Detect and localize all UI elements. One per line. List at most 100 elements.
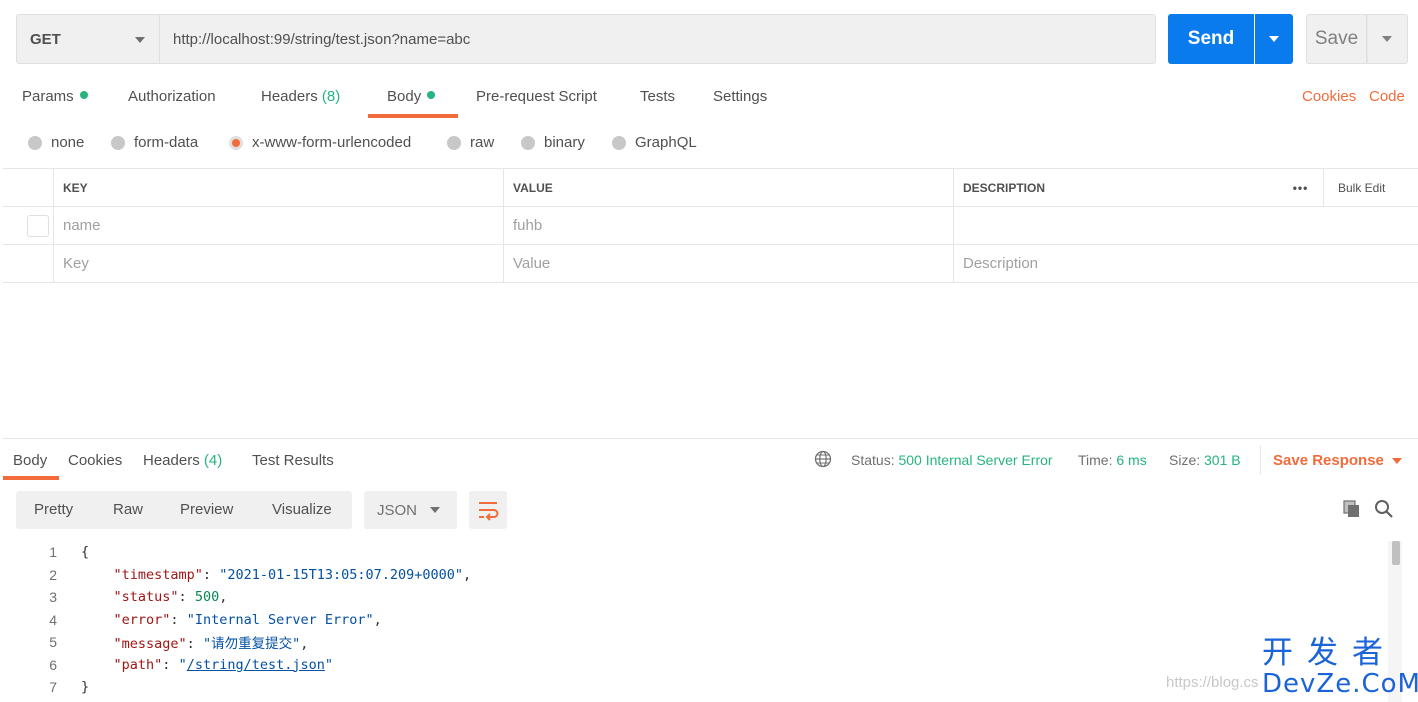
response-tab-body[interactable]: Body [13,452,47,469]
line-number: 1 [49,544,57,560]
watermark-logo-en: DevZe.CoM [1262,669,1418,699]
radio-x-www-form-urlencoded[interactable]: x-www-form-urlencoded [229,134,411,151]
json-key: "error" [113,611,171,628]
json-string: "2021-01-15T13:05:07.209+0000" [219,566,464,583]
line-number: 5 [49,634,57,650]
json-key: "path" [113,656,163,673]
line-number: 3 [49,589,57,605]
view-raw[interactable]: Raw [113,501,143,518]
wrap-lines-button[interactable] [469,491,507,529]
table-row-new: Key Value Description [3,245,1418,283]
tab-tests[interactable]: Tests [640,88,675,105]
method-label: GET [30,30,61,48]
more-options-icon[interactable]: ••• [1278,169,1323,206]
tab-params[interactable]: Params [22,88,88,105]
json-number: 500 [194,589,220,605]
json-path-link[interactable]: /string/test.json [187,657,325,673]
save-response-button[interactable]: Save Response [1273,452,1384,469]
active-tab-indicator [368,114,458,118]
code-text: "message": "请勿重复提交", [113,636,309,652]
response-status: Status: 500 Internal Server Error [851,452,1053,468]
send-button[interactable]: Send [1168,14,1254,64]
view-pretty[interactable]: Pretty [34,501,73,518]
code-link[interactable]: Code [1369,88,1405,105]
radio-label: raw [470,134,495,151]
radio-form-data[interactable]: form-data [111,134,198,151]
radio-none[interactable]: none [28,134,84,151]
code-scrollbar-thumb[interactable] [1392,541,1400,565]
view-preview[interactable]: Preview [180,501,233,518]
tab-body-label: Body [387,88,422,105]
radio-circle [612,135,626,150]
request-bar: GET http://localhost:99/string/test.json… [16,14,1408,64]
tab-body[interactable]: Body [387,88,436,105]
radio-binary[interactable]: binary [521,134,585,151]
tab-headers[interactable]: Headers (8) [261,88,340,105]
radio-raw[interactable]: raw [447,134,494,151]
body-params-table: KEY VALUE DESCRIPTION ••• Bulk Edit name… [3,168,1418,283]
pane-divider[interactable] [3,438,1418,439]
globe-icon[interactable] [814,450,832,468]
line-number: 7 [49,679,57,695]
code-line: 3 "status": 500, [0,586,1380,608]
response-headers-label: Headers [143,452,200,469]
radio-circle-selected [229,135,243,150]
cookies-link[interactable]: Cookies [1302,88,1356,105]
code-text: "timestamp": "2021-01-15T13:05:07.209+00… [113,566,472,583]
radio-graphql[interactable]: GraphQL [612,134,697,151]
param-value-cell[interactable]: fuhb [503,207,953,244]
radio-label: form-data [134,134,199,151]
param-key-cell[interactable]: name [53,207,503,244]
response-headers-count: (4) [203,452,223,469]
new-key-input[interactable]: Key [53,245,503,282]
tab-headers-label: Headers [261,88,318,105]
time-value: 6 ms [1116,452,1147,468]
column-header-description: DESCRIPTION [953,169,1278,206]
save-options-chevron-icon[interactable] [1367,14,1408,64]
line-number: 4 [49,611,57,628]
row-checkbox[interactable] [27,215,49,237]
new-description-input[interactable]: Description [953,245,1418,282]
new-value-input[interactable]: Value [503,245,953,282]
bulk-edit-link[interactable]: Bulk Edit [1323,169,1418,206]
response-tab-test-results[interactable]: Test Results [252,452,334,469]
json-string: "请勿重复提交" [202,636,301,652]
response-tab-headers[interactable]: Headers (4) [143,452,222,469]
params-indicator-dot [79,91,88,99]
headers-count: (8) [321,88,341,105]
url-input[interactable]: http://localhost:99/string/test.json?nam… [160,14,1156,64]
status-label: Status: [851,452,895,468]
code-line: 2 "timestamp": "2021-01-15T13:05:07.209+… [0,564,1380,586]
format-select[interactable]: JSON [364,491,457,529]
save-button[interactable]: Save [1306,14,1367,64]
code-line: 5 "message": "请勿重复提交", [0,631,1380,653]
response-size: Size: 301 B [1169,452,1241,468]
table-row: name fuhb [3,207,1418,245]
view-visualize[interactable]: Visualize [272,501,332,518]
format-label: JSON [377,501,418,519]
copy-icon[interactable] [1342,499,1362,519]
code-line: 4 "error": "Internal Server Error", [0,609,1380,631]
wrap-lines-icon [479,502,499,521]
tab-authorization[interactable]: Authorization [128,88,216,105]
radio-circle [447,135,461,150]
param-description-cell[interactable] [953,207,1418,244]
divider [1260,446,1261,474]
json-key: "message" [113,636,187,652]
tab-pre-request-script[interactable]: Pre-request Script [476,88,597,105]
size-label: Size: [1169,452,1201,468]
search-icon[interactable] [1374,499,1394,519]
body-type-options: none form-data x-www-form-urlencoded raw… [0,132,1418,156]
code-text: { [81,544,90,560]
line-number: 2 [49,566,57,583]
size-value: 301 B [1204,452,1241,468]
response-tab-cookies[interactable]: Cookies [68,452,122,469]
tab-settings[interactable]: Settings [713,88,767,105]
send-options-chevron-icon[interactable] [1255,14,1293,64]
radio-circle [28,135,42,150]
tab-params-label: Params [22,88,74,105]
column-header-key: KEY [53,169,503,206]
method-select[interactable]: GET [16,14,160,64]
body-indicator-dot [427,91,436,99]
save-response-chevron-icon[interactable] [1392,458,1402,464]
